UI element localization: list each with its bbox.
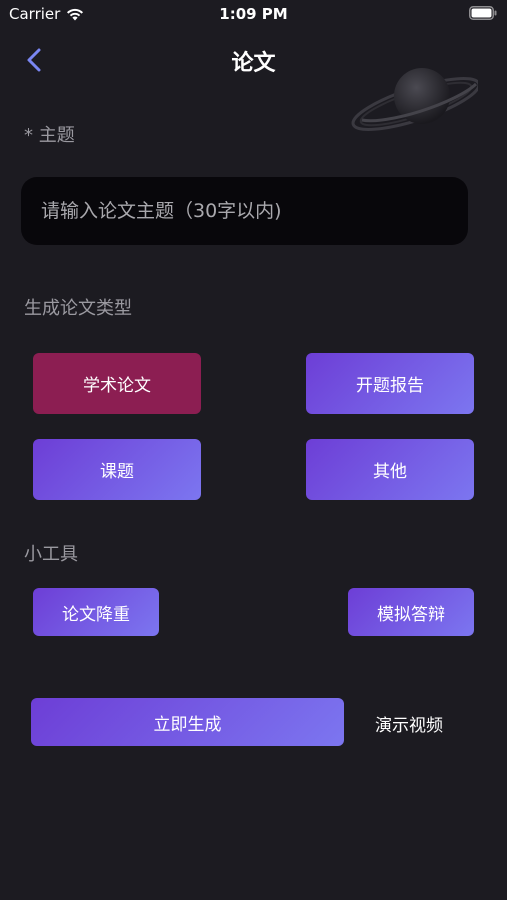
topic-label: * 主题 — [24, 125, 75, 146]
demo-video-link[interactable]: 演示视频 — [375, 711, 443, 736]
planet-icon — [351, 68, 478, 131]
type-section-label: 生成论文类型 — [24, 298, 132, 319]
topic-input[interactable] — [41, 200, 468, 222]
status-time: 1:09 PM — [219, 5, 288, 23]
tool-mock-defense-button[interactable]: 模拟答辩 — [348, 588, 474, 636]
type-option-proposal[interactable]: 开题报告 — [306, 353, 474, 414]
topic-input-box[interactable] — [21, 177, 468, 245]
type-option-academic[interactable]: 学术论文 — [33, 353, 201, 414]
tool-paper-rewrite-button[interactable]: 论文降重 — [33, 588, 159, 636]
type-option-other[interactable]: 其他 — [306, 439, 474, 500]
status-bar: Carrier 1:09 PM — [0, 0, 507, 28]
battery-icon — [469, 6, 497, 20]
generate-button[interactable]: 立即生成 — [31, 698, 344, 746]
type-option-project[interactable]: 课题 — [33, 439, 201, 500]
tools-section-label: 小工具 — [24, 544, 78, 565]
